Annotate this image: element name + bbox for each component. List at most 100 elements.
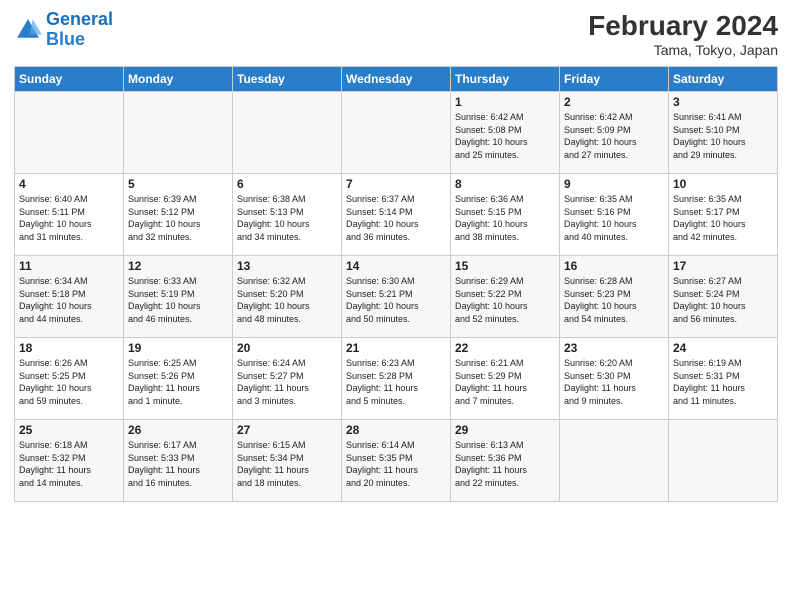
day-number: 10: [673, 177, 773, 191]
day-number: 26: [128, 423, 228, 437]
day-cell: [669, 420, 778, 502]
day-number: 13: [237, 259, 337, 273]
day-number: 28: [346, 423, 446, 437]
day-cell: 14 Sunrise: 6:30 AM Sunset: 5:21 PM Dayli…: [342, 256, 451, 338]
day-cell: 7Sunrise: 6:37 AM Sunset: 5:14 PM Daylig…: [342, 174, 451, 256]
day-info: Sunrise: 6:23 AM Sunset: 5:28 PM Dayligh…: [346, 357, 446, 407]
title-block: February 2024 Tama, Tokyo, Japan: [588, 10, 778, 58]
day-cell: 21 Sunrise: 6:23 AM Sunset: 5:28 PM Dayli…: [342, 338, 451, 420]
day-cell: 28 Sunrise: 6:14 AM Sunset: 5:35 PM Dayli…: [342, 420, 451, 502]
day-cell: 11 Sunrise: 6:34 AM Sunset: 5:18 PM Dayli…: [15, 256, 124, 338]
day-info: Sunrise: 6:30 AM Sunset: 5:21 PM Dayligh…: [346, 275, 446, 325]
week-row-4: 18Sunrise: 6:26 AM Sunset: 5:25 PM Dayli…: [15, 338, 778, 420]
col-header-thursday: Thursday: [451, 67, 560, 92]
day-number: 2: [564, 95, 664, 109]
day-cell: 5Sunrise: 6:39 AM Sunset: 5:12 PM Daylig…: [124, 174, 233, 256]
day-cell: 2 Sunrise: 6:42 AM Sunset: 5:09 PM Daylig…: [560, 92, 669, 174]
day-cell: [342, 92, 451, 174]
day-cell: 4 Sunrise: 6:40 AM Sunset: 5:11 PM Daylig…: [15, 174, 124, 256]
day-info: Sunrise: 6:38 AM Sunset: 5:13 PM Dayligh…: [237, 193, 337, 243]
day-cell: 24 Sunrise: 6:19 AM Sunset: 5:31 PM Dayli…: [669, 338, 778, 420]
calendar-table: SundayMondayTuesdayWednesdayThursdayFrid…: [14, 66, 778, 502]
day-info: Sunrise: 6:42 AM Sunset: 5:09 PM Dayligh…: [564, 111, 664, 161]
day-number: 11: [19, 259, 119, 273]
col-header-friday: Friday: [560, 67, 669, 92]
day-cell: 3 Sunrise: 6:41 AM Sunset: 5:10 PM Daylig…: [669, 92, 778, 174]
day-info: Sunrise: 6:35 AM Sunset: 5:16 PM Dayligh…: [564, 193, 664, 243]
col-header-tuesday: Tuesday: [233, 67, 342, 92]
day-cell: 13 Sunrise: 6:32 AM Sunset: 5:20 PM Dayli…: [233, 256, 342, 338]
week-row-2: 4 Sunrise: 6:40 AM Sunset: 5:11 PM Daylig…: [15, 174, 778, 256]
logo: General Blue: [14, 10, 113, 50]
day-info: Sunrise: 6:25 AM Sunset: 5:26 PM Dayligh…: [128, 357, 228, 407]
day-info: Sunrise: 6:19 AM Sunset: 5:31 PM Dayligh…: [673, 357, 773, 407]
week-row-3: 11 Sunrise: 6:34 AM Sunset: 5:18 PM Dayli…: [15, 256, 778, 338]
day-info: Sunrise: 6:36 AM Sunset: 5:15 PM Dayligh…: [455, 193, 555, 243]
day-info: Sunrise: 6:28 AM Sunset: 5:23 PM Dayligh…: [564, 275, 664, 325]
logo-icon: [14, 16, 42, 44]
day-info: Sunrise: 6:14 AM Sunset: 5:35 PM Dayligh…: [346, 439, 446, 489]
day-cell: 1 Sunrise: 6:42 AM Sunset: 5:08 PM Daylig…: [451, 92, 560, 174]
day-cell: 9Sunrise: 6:35 AM Sunset: 5:16 PM Daylig…: [560, 174, 669, 256]
day-info: Sunrise: 6:15 AM Sunset: 5:34 PM Dayligh…: [237, 439, 337, 489]
day-cell: [15, 92, 124, 174]
day-number: 6: [237, 177, 337, 191]
day-cell: 23Sunrise: 6:20 AM Sunset: 5:30 PM Dayli…: [560, 338, 669, 420]
day-number: 16: [564, 259, 664, 273]
day-number: 29: [455, 423, 555, 437]
day-number: 20: [237, 341, 337, 355]
day-number: 21: [346, 341, 446, 355]
day-info: Sunrise: 6:20 AM Sunset: 5:30 PM Dayligh…: [564, 357, 664, 407]
header-row: SundayMondayTuesdayWednesdayThursdayFrid…: [15, 67, 778, 92]
col-header-saturday: Saturday: [669, 67, 778, 92]
day-info: Sunrise: 6:39 AM Sunset: 5:12 PM Dayligh…: [128, 193, 228, 243]
day-number: 12: [128, 259, 228, 273]
calendar-title: February 2024: [588, 10, 778, 42]
day-cell: 27 Sunrise: 6:15 AM Sunset: 5:34 PM Dayli…: [233, 420, 342, 502]
day-info: Sunrise: 6:41 AM Sunset: 5:10 PM Dayligh…: [673, 111, 773, 161]
day-info: Sunrise: 6:21 AM Sunset: 5:29 PM Dayligh…: [455, 357, 555, 407]
day-info: Sunrise: 6:18 AM Sunset: 5:32 PM Dayligh…: [19, 439, 119, 489]
day-cell: 25Sunrise: 6:18 AM Sunset: 5:32 PM Dayli…: [15, 420, 124, 502]
day-cell: 20 Sunrise: 6:24 AM Sunset: 5:27 PM Dayli…: [233, 338, 342, 420]
day-number: 22: [455, 341, 555, 355]
day-cell: 17 Sunrise: 6:27 AM Sunset: 5:24 PM Dayli…: [669, 256, 778, 338]
day-info: Sunrise: 6:27 AM Sunset: 5:24 PM Dayligh…: [673, 275, 773, 325]
day-cell: 8 Sunrise: 6:36 AM Sunset: 5:15 PM Daylig…: [451, 174, 560, 256]
day-info: Sunrise: 6:13 AM Sunset: 5:36 PM Dayligh…: [455, 439, 555, 489]
calendar-subtitle: Tama, Tokyo, Japan: [588, 42, 778, 58]
day-info: Sunrise: 6:40 AM Sunset: 5:11 PM Dayligh…: [19, 193, 119, 243]
day-number: 8: [455, 177, 555, 191]
day-number: 17: [673, 259, 773, 273]
day-info: Sunrise: 6:35 AM Sunset: 5:17 PM Dayligh…: [673, 193, 773, 243]
day-cell: 22 Sunrise: 6:21 AM Sunset: 5:29 PM Dayli…: [451, 338, 560, 420]
day-number: 3: [673, 95, 773, 109]
day-cell: 29 Sunrise: 6:13 AM Sunset: 5:36 PM Dayli…: [451, 420, 560, 502]
logo-text: General Blue: [46, 10, 113, 50]
day-cell: 12 Sunrise: 6:33 AM Sunset: 5:19 PM Dayli…: [124, 256, 233, 338]
day-cell: [124, 92, 233, 174]
day-number: 14: [346, 259, 446, 273]
day-cell: [560, 420, 669, 502]
day-info: Sunrise: 6:33 AM Sunset: 5:19 PM Dayligh…: [128, 275, 228, 325]
day-info: Sunrise: 6:32 AM Sunset: 5:20 PM Dayligh…: [237, 275, 337, 325]
day-number: 18: [19, 341, 119, 355]
week-row-5: 25Sunrise: 6:18 AM Sunset: 5:32 PM Dayli…: [15, 420, 778, 502]
day-info: Sunrise: 6:34 AM Sunset: 5:18 PM Dayligh…: [19, 275, 119, 325]
col-header-sunday: Sunday: [15, 67, 124, 92]
day-cell: 16 Sunrise: 6:28 AM Sunset: 5:23 PM Dayli…: [560, 256, 669, 338]
day-info: Sunrise: 6:29 AM Sunset: 5:22 PM Dayligh…: [455, 275, 555, 325]
day-number: 1: [455, 95, 555, 109]
day-number: 7: [346, 177, 446, 191]
day-number: 15: [455, 259, 555, 273]
page-container: General Blue February 2024 Tama, Tokyo, …: [0, 0, 792, 512]
day-cell: 19Sunrise: 6:25 AM Sunset: 5:26 PM Dayli…: [124, 338, 233, 420]
day-number: 27: [237, 423, 337, 437]
day-info: Sunrise: 6:24 AM Sunset: 5:27 PM Dayligh…: [237, 357, 337, 407]
col-header-wednesday: Wednesday: [342, 67, 451, 92]
header: General Blue February 2024 Tama, Tokyo, …: [14, 10, 778, 58]
day-number: 4: [19, 177, 119, 191]
day-cell: 26Sunrise: 6:17 AM Sunset: 5:33 PM Dayli…: [124, 420, 233, 502]
day-number: 24: [673, 341, 773, 355]
day-info: Sunrise: 6:42 AM Sunset: 5:08 PM Dayligh…: [455, 111, 555, 161]
